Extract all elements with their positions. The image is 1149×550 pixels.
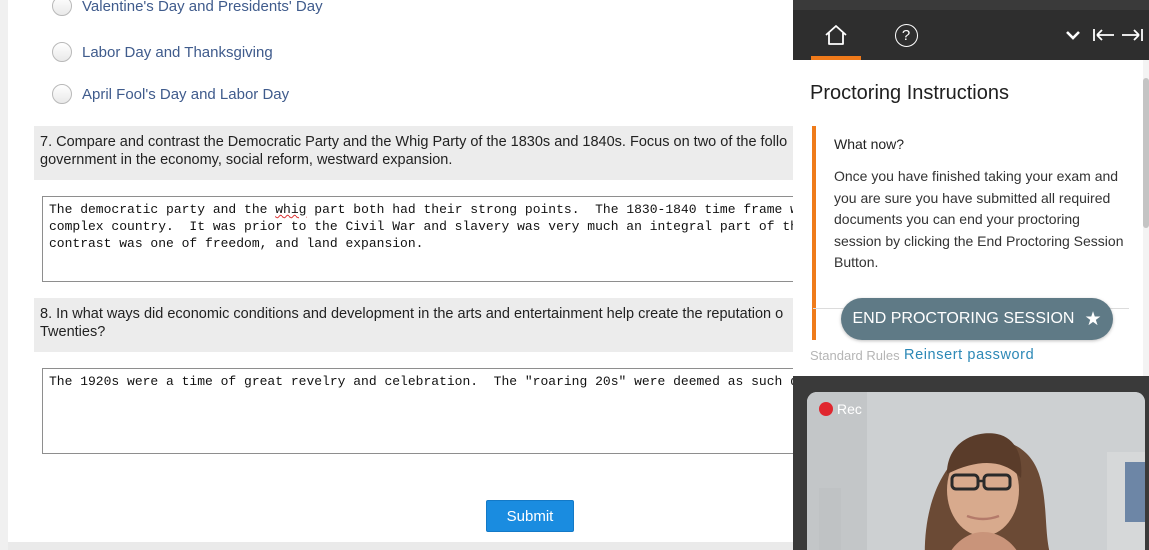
page-bottom-border [8,542,808,550]
recording-indicator: Rec [819,401,862,417]
end-button-label: END PROCTORING SESSION [852,310,1075,327]
question-text: 7. Compare and contrast the Democratic P… [40,134,788,168]
answer-option[interactable]: Labor Day and Thanksgiving [52,41,273,63]
webcam-preview: Rec [807,392,1145,550]
chevron-down-icon[interactable] [1061,10,1085,60]
scrollbar-thumb[interactable] [1143,78,1149,228]
star-icon: ★ [1084,308,1102,330]
record-dot-icon [819,402,833,416]
option-label: Valentine's Day and Presidents' Day [82,0,323,15]
callout-heading: What now? [834,136,905,152]
callout-body: Once you have finished taking your exam … [834,168,1124,270]
radio-button[interactable] [52,0,72,16]
quiz-area: Valentine's Day and Presidents' Day Labo… [8,0,808,550]
reinsert-password-link[interactable]: Reinsert password [904,347,1034,363]
option-label: Labor Day and Thanksgiving [82,43,273,61]
question-text: 8. In what ways did economic conditions … [40,306,784,340]
question-8: 8. In what ways did economic conditions … [34,298,808,352]
help-icon[interactable]: ? [891,10,921,60]
answer-textarea-7[interactable]: The democratic party and the whig part b… [42,196,808,282]
answer-text: The democratic party and the whig part b… [49,201,808,252]
end-proctoring-session-button[interactable]: END PROCTORING SESSION ★ [841,298,1113,340]
answer-text: The 1920s were a time of great revelry a… [49,374,806,389]
page-left-border [0,0,8,550]
spelling-error: whig [275,202,307,217]
submit-button[interactable]: Submit [486,500,574,532]
rec-label: Rec [837,401,862,417]
radio-button[interactable] [52,84,72,104]
question-7: 7. Compare and contrast the Democratic P… [34,126,808,180]
home-icon[interactable] [821,10,851,60]
standard-rules-label: Standard Rules [810,348,900,363]
answer-line: The democratic party and the whig part b… [49,202,806,217]
answer-option[interactable]: April Fool's Day and Labor Day [52,83,289,105]
option-label: April Fool's Day and Labor Day [82,85,290,103]
answer-line: contrast was one of freedom, and land ex… [49,236,424,251]
radio-button[interactable] [52,42,72,62]
answer-line: complex country. It was prior to the Civ… [49,219,806,234]
answer-option[interactable]: Valentine's Day and Presidents' Day [52,0,323,18]
proctor-instructions: Proctoring Instructions What now? Once y… [793,60,1149,376]
proctor-panel: ? Proctoring Instructions What now? Once… [793,0,1149,550]
panel-title: Proctoring Instructions [810,82,1009,104]
dock-right-icon[interactable] [1119,10,1145,60]
answer-textarea-8[interactable]: The 1920s were a time of great revelry a… [42,368,808,454]
proctor-toolbar: ? [793,10,1149,60]
dock-left-icon[interactable] [1091,10,1117,60]
